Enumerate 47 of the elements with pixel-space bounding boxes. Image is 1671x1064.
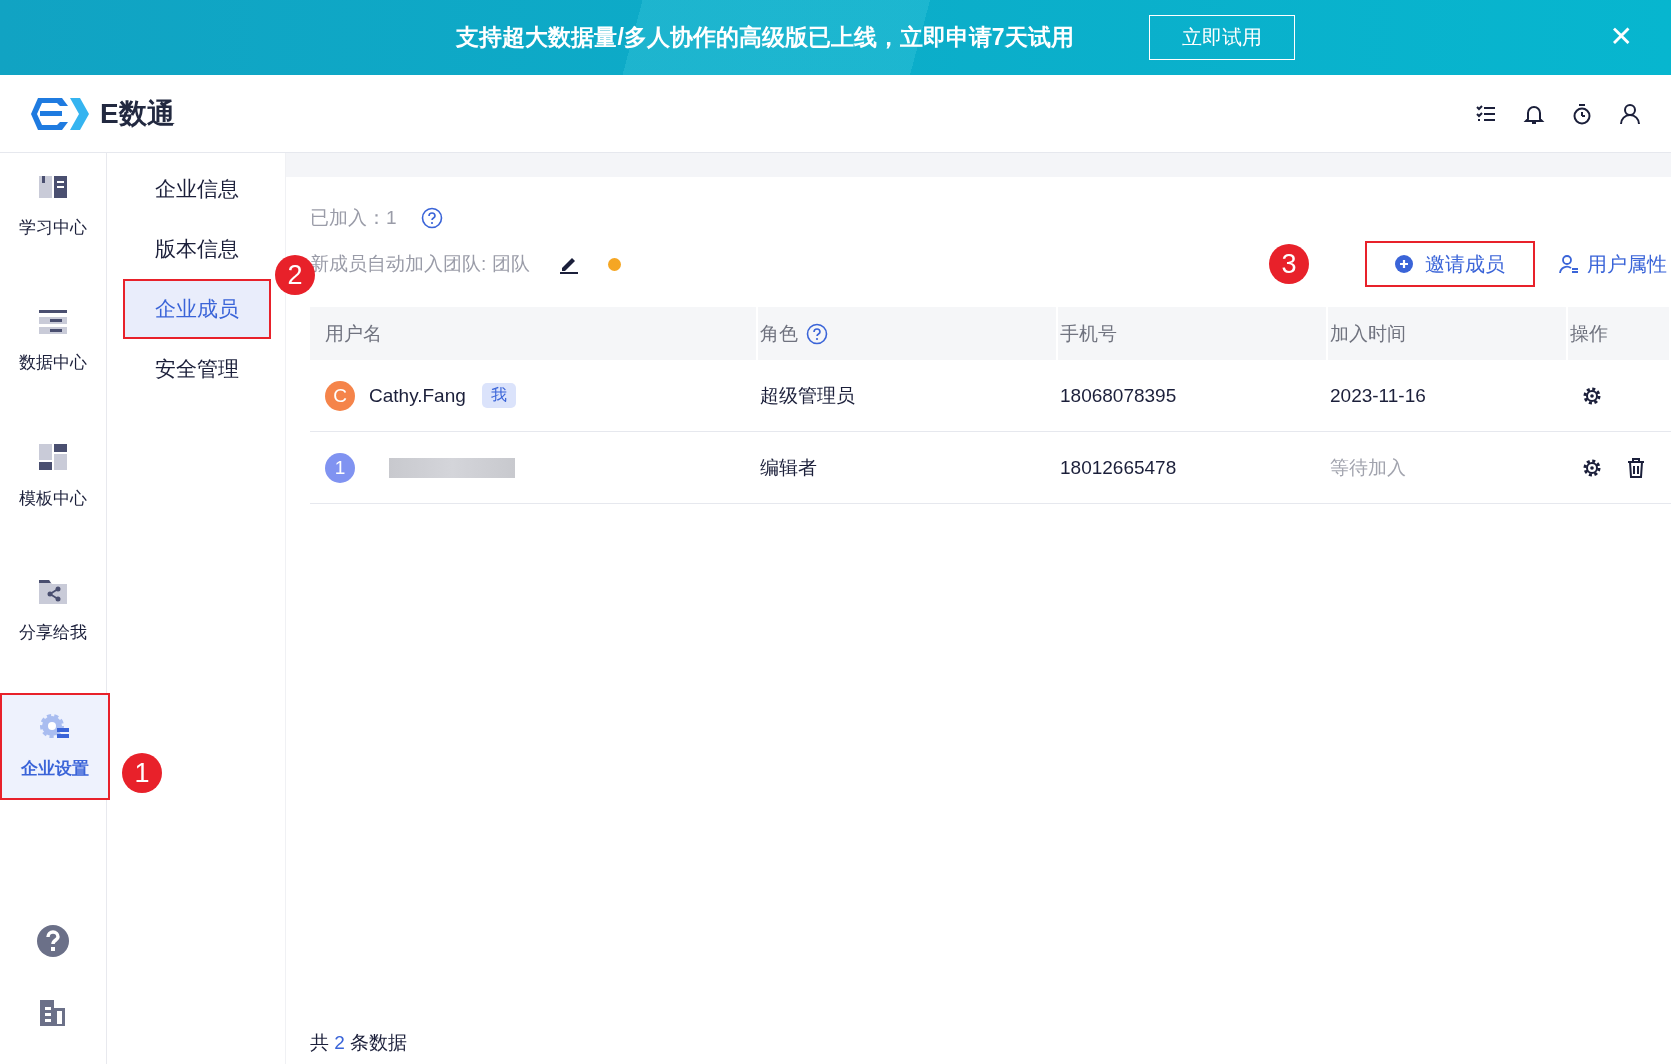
user-name: Cathy.Fang xyxy=(369,384,466,407)
user-icon[interactable] xyxy=(1619,102,1641,125)
gear-icon xyxy=(40,713,70,741)
column-header: 角色 xyxy=(758,307,1058,360)
user-attributes-link[interactable]: 用户属性 xyxy=(1559,250,1671,278)
join-date-text: 等待加入 xyxy=(1330,455,1406,480)
avatar: 1 xyxy=(325,452,355,483)
column-header: 用户名 xyxy=(310,307,758,360)
callout-number: 1 xyxy=(122,753,162,793)
list-icon xyxy=(38,309,68,335)
stopwatch-icon[interactable] xyxy=(1571,102,1593,125)
phone-text: 18068078395 xyxy=(1060,384,1177,407)
status-dot xyxy=(607,257,621,271)
logo-icon xyxy=(30,95,90,132)
me-tag: 我 xyxy=(481,383,516,408)
column-header: 加入时间 xyxy=(1328,307,1568,360)
phone-text: 18012665478 xyxy=(1060,456,1177,479)
nav-item[interactable]: 学习中心 xyxy=(0,153,106,260)
help-icon[interactable] xyxy=(36,924,70,958)
help-icon[interactable] xyxy=(806,322,828,345)
logo-text: E数通 xyxy=(100,96,175,131)
book-icon xyxy=(38,174,68,200)
layout-icon xyxy=(38,443,68,471)
invite-member-button[interactable]: 邀请成员 xyxy=(1365,241,1535,287)
settings-icon[interactable] xyxy=(1582,457,1602,478)
nav-item[interactable]: 模板中心 xyxy=(0,423,106,530)
user-list-icon xyxy=(1559,254,1579,274)
column-header: 操作 xyxy=(1568,307,1671,360)
column-header: 手机号 xyxy=(1058,307,1328,360)
submenu-item[interactable]: 企业信息 xyxy=(123,159,271,219)
role-text: 编辑者 xyxy=(760,455,817,480)
settings-icon[interactable] xyxy=(1582,385,1602,406)
joined-count: 已加入：1 xyxy=(310,206,397,230)
callout-number: 3 xyxy=(1269,244,1309,284)
shared-folder-icon xyxy=(38,579,68,605)
nav-item[interactable]: 分享给我 xyxy=(0,558,106,665)
trash-icon[interactable] xyxy=(1626,457,1646,478)
join-date-text: 2023-11-16 xyxy=(1330,384,1426,407)
nav-item[interactable]: 数据中心 xyxy=(0,288,106,395)
role-text: 超级管理员 xyxy=(760,383,855,408)
building-icon[interactable] xyxy=(38,998,68,1028)
plus-icon xyxy=(1395,255,1413,273)
total-count-text: 共 2 条数据 xyxy=(310,1031,409,1055)
banner-text: 支持超大数据量/多人协作的高级版已上线，立即申请7天试用 xyxy=(456,23,1074,52)
submenu-item[interactable]: 安全管理 xyxy=(123,339,271,399)
help-icon[interactable] xyxy=(420,207,443,229)
avatar: C xyxy=(325,380,355,411)
